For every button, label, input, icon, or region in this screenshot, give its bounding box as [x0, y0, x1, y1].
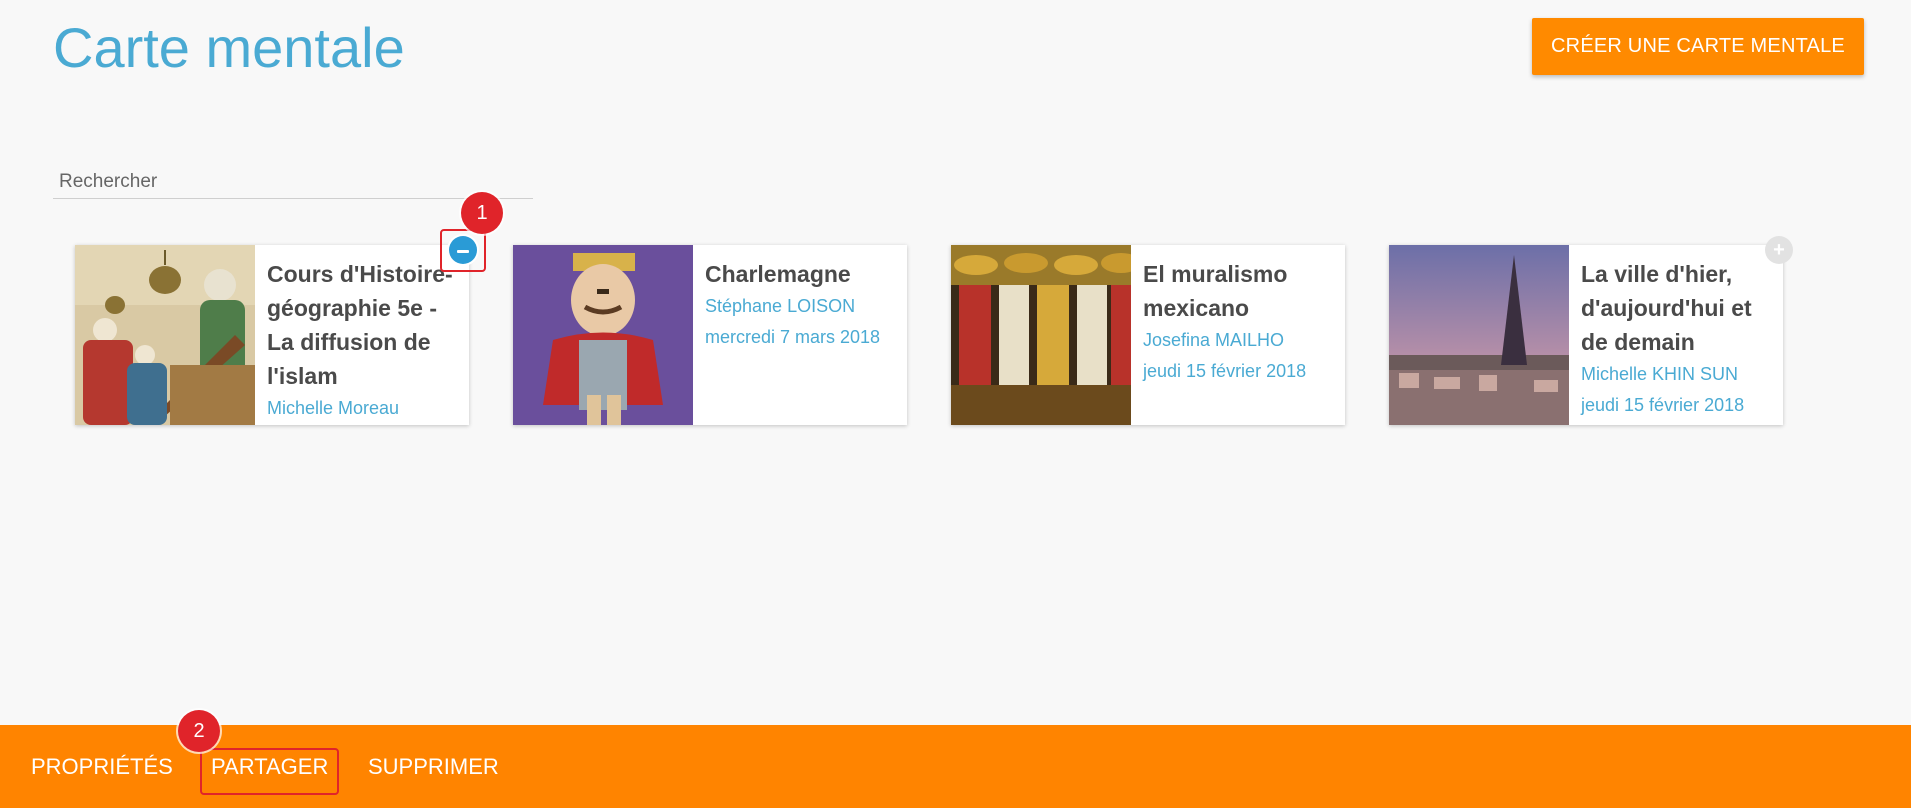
step1-highlight	[440, 229, 486, 272]
card-author: Michelle Moreau	[267, 398, 400, 418]
card-thumbnail	[951, 245, 1131, 425]
mindmap-card[interactable]: Charlemagne Stéphane LOISON mercredi 7 m…	[513, 245, 907, 425]
card-date: mercredi 7 mars 2018	[705, 327, 881, 347]
mindmap-card[interactable]: El muralismo mexicano Josefina MAILHO je…	[951, 245, 1345, 425]
search-input[interactable]	[53, 165, 533, 199]
card-title: La ville d'hier, d'aujourd'hui et de dem…	[1581, 261, 1752, 355]
page-title: Carte mentale	[53, 16, 405, 79]
create-mindmap-button[interactable]: CRÉER UNE CARTE MENTALE	[1532, 18, 1864, 75]
select-card-button[interactable]: +	[1765, 236, 1793, 264]
card-title: El muralismo mexicano	[1143, 261, 1288, 321]
card-title: Charlemagne	[705, 261, 851, 287]
card-author: Michelle KHIN SUN	[1581, 364, 1739, 384]
card-thumbnail	[75, 245, 255, 425]
plus-icon: +	[1773, 239, 1785, 261]
delete-button[interactable]: SUPPRIMER	[368, 725, 499, 808]
card-title: Cours d'Histoire-géographie 5e - La diff…	[267, 261, 453, 389]
card-author: Josefina MAILHO	[1143, 330, 1285, 350]
step1-badge: 1	[461, 192, 503, 234]
properties-button[interactable]: PROPRIÉTÉS	[31, 725, 173, 808]
step2-badge: 2	[178, 710, 220, 752]
mindmap-card[interactable]: La ville d'hier, d'aujourd'hui et de dem…	[1389, 245, 1783, 425]
card-author: Stéphane LOISON	[705, 296, 856, 316]
card-date: jeudi 15 février 2018	[1143, 361, 1307, 381]
card-thumbnail	[513, 245, 693, 425]
card-thumbnail	[1389, 245, 1569, 425]
mindmap-card[interactable]: Cours d'Histoire-géographie 5e - La diff…	[75, 245, 469, 425]
card-date: jeudi 15 février 2018	[1581, 395, 1745, 415]
step2-highlight	[200, 748, 339, 795]
